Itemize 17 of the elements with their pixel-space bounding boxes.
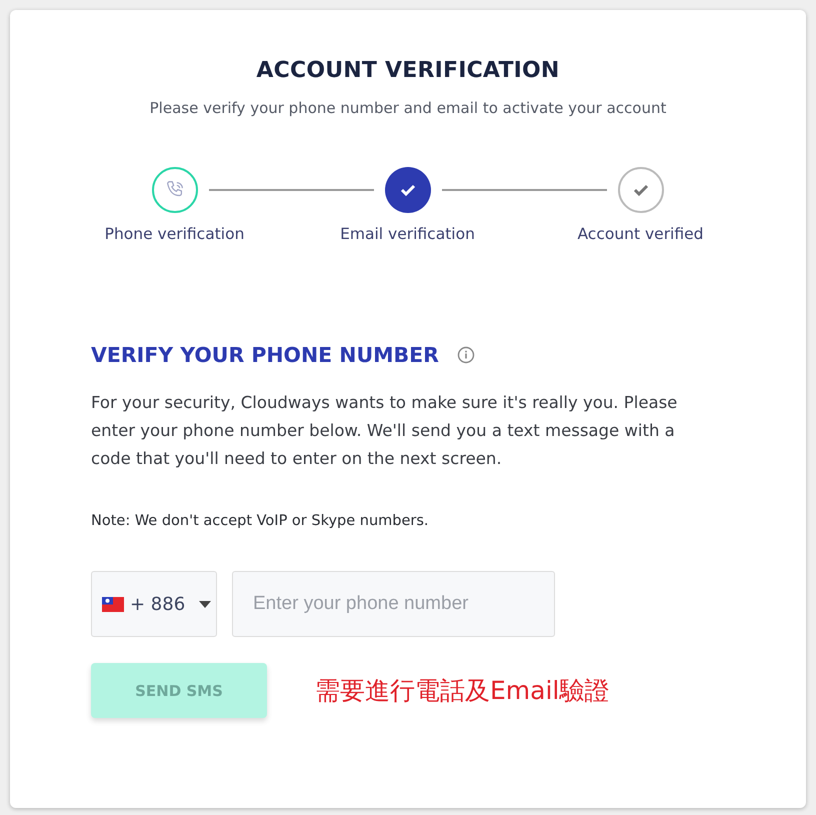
phone-step-circle xyxy=(152,167,198,213)
check-step-circle xyxy=(385,167,431,213)
caret-icon xyxy=(199,600,212,608)
subtitle: Please verify your phone number and email to activate your account xyxy=(148,99,668,117)
check-step-circle xyxy=(618,167,664,213)
step-label: Phone verification xyxy=(104,225,244,243)
annotation-text: 需要進行電話及Email驗證 xyxy=(315,675,610,707)
country-code-select[interactable]: + 886 xyxy=(91,571,217,637)
info-icon[interactable] xyxy=(456,346,475,364)
flag-icon xyxy=(102,596,124,612)
page-title: ACCOUNT VERIFICATION xyxy=(255,58,561,83)
description-text: For your security, Cloudways wants to make sure it's really you. Please enter your phone number below. We'll send you a text message with a code that you'll need to enter on the next screen. xyxy=(91,392,678,470)
note-text: Note: We don't accept VoIP or Skype numbers. xyxy=(91,513,430,529)
section-heading: VERIFY YOUR PHONE NUMBER xyxy=(91,343,439,367)
step-label: Email verification xyxy=(340,225,475,243)
phone-input-field[interactable]: Enter your phone number xyxy=(232,571,555,637)
step-label: Account verified xyxy=(577,225,704,243)
